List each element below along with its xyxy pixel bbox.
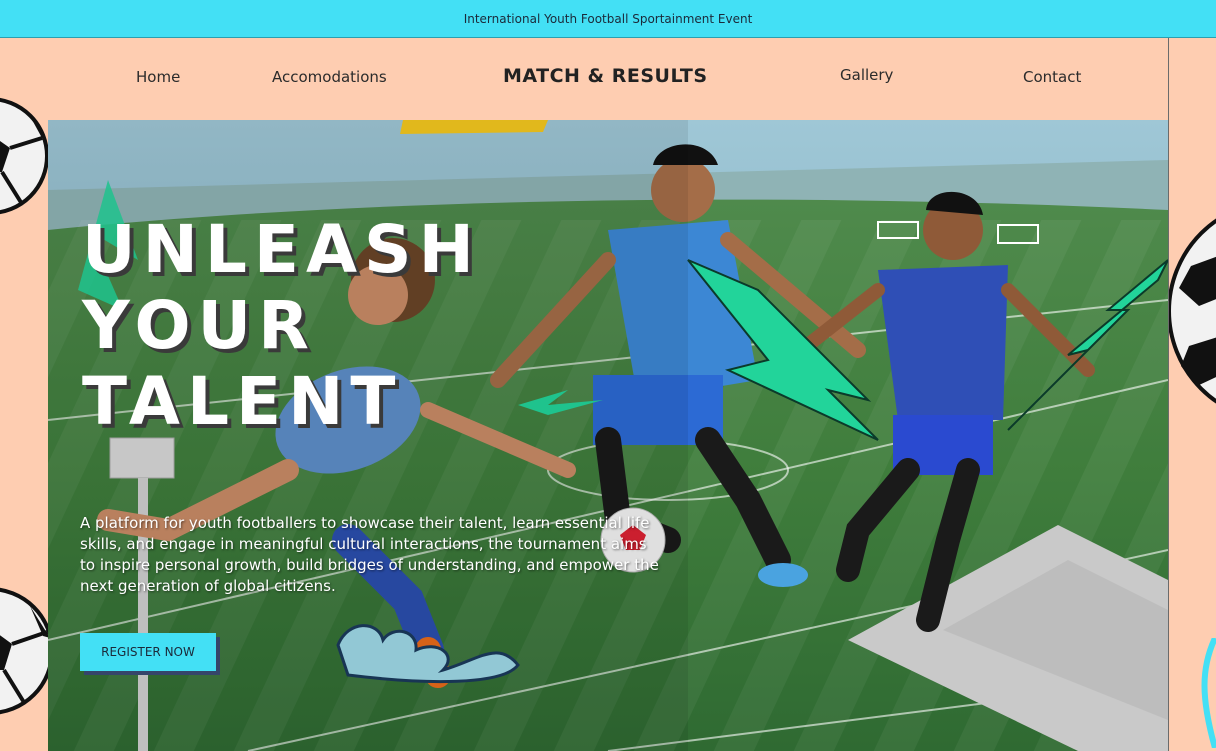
hero-headline: UNLEASH YOUR TALENT	[82, 212, 481, 440]
right-decorative-strip	[1168, 38, 1216, 751]
headline-line-3: TALENT	[82, 363, 403, 440]
nav-accomodations[interactable]: Accomodations	[272, 68, 387, 86]
announcement-bar: International Youth Football Sportainmen…	[0, 0, 1216, 38]
soccer-ball-icon	[1169, 218, 1216, 404]
nav-gallery[interactable]: Gallery	[840, 66, 893, 84]
register-now-button[interactable]: REGISTER NOW	[80, 633, 216, 671]
soccer-ball-icon	[0, 97, 48, 215]
nav-contact[interactable]: Contact	[1023, 68, 1081, 86]
soccer-ball-icon	[0, 587, 48, 715]
headline-line-1: UNLEASH	[82, 211, 481, 288]
left-decorative-strip	[0, 38, 49, 751]
hero-description: A platform for youth footballers to show…	[80, 514, 659, 595]
hero-section: UNLEASH YOUR TALENT A platform for youth…	[48, 120, 1168, 751]
teal-swirl-icon	[1201, 638, 1216, 748]
headline-line-2: YOUR	[82, 287, 316, 364]
announcement-text: International Youth Football Sportainmen…	[463, 11, 753, 26]
nav-match-results[interactable]: MATCH & RESULTS	[503, 65, 708, 87]
main-nav: Home Accomodations MATCH & RESULTS Galle…	[48, 38, 1168, 120]
nav-home[interactable]: Home	[136, 68, 180, 86]
